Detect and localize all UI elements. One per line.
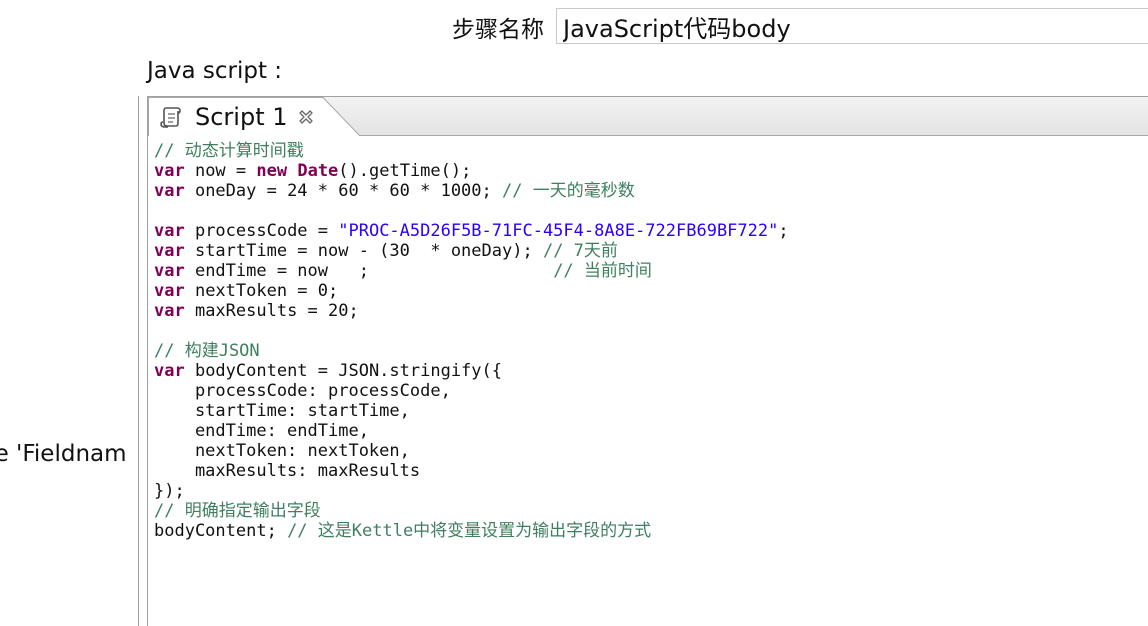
code-line[interactable]: var maxResults = 20; <box>154 301 789 321</box>
code-text: processCode = <box>184 221 339 241</box>
code-line[interactable] <box>154 201 789 221</box>
script-scroll-icon <box>160 105 182 129</box>
code-keyword: var <box>154 261 185 281</box>
code-comment: // 一天的毫秒数 <box>502 181 635 201</box>
code-comment: // 这是Kettle中将变量设置为输出字段的方式 <box>287 521 652 541</box>
code-text: ; <box>778 221 789 241</box>
code-line[interactable]: endTime: endTime, <box>154 421 789 441</box>
script-code-area[interactable]: // 动态计算时间戳 var now = new Date().getTime()… <box>154 141 789 541</box>
code-keyword: var <box>154 301 185 321</box>
code-keyword: var <box>154 221 185 241</box>
code-text: maxResults: maxResults <box>154 461 421 481</box>
script-tab-strip: Script 1 <box>148 97 1148 137</box>
code-line[interactable]: var startTime = now - (30 * oneDay); // … <box>154 241 789 261</box>
step-name-label: 步骤名称 <box>452 17 544 43</box>
code-line[interactable]: processCode: processCode, <box>154 381 789 401</box>
code-text: bodyContent = JSON.stringify({ <box>184 361 502 381</box>
code-line[interactable]: var endTime = now ; // 当前时间 <box>154 261 789 281</box>
code-line[interactable] <box>154 321 789 341</box>
fieldname-tree-item[interactable]: ue 'Fieldnam <box>0 441 127 467</box>
code-line[interactable]: bodyContent; // 这是Kettle中将变量设置为输出字段的方式 <box>154 521 789 541</box>
script-editor-panel: Script 1 // 动态计算时间戳 var now = new Date().… <box>147 96 1148 626</box>
dialog-root: 步骤名称 Java script : ue 'Fieldnam Script 1 <box>0 0 1148 626</box>
code-text: oneDay = 24 * 60 * 60 * 1000; <box>184 181 502 201</box>
code-text: nextToken: nextToken, <box>154 441 410 461</box>
code-comment: // 当前时间 <box>553 261 652 281</box>
functions-tree-panel[interactable]: ue 'Fieldnam <box>0 96 139 626</box>
code-line[interactable]: var oneDay = 24 * 60 * 60 * 1000; // 一天的… <box>154 181 789 201</box>
code-line[interactable]: var bodyContent = JSON.stringify({ <box>154 361 789 381</box>
code-line[interactable]: maxResults: maxResults <box>154 461 789 481</box>
code-line[interactable]: }); <box>154 481 789 501</box>
code-keyword: var <box>154 361 185 381</box>
code-keyword: Date <box>297 161 339 181</box>
code-line[interactable]: // 明确指定输出字段 <box>154 501 789 521</box>
code-keyword: var <box>154 181 185 201</box>
code-text: now = <box>184 161 257 181</box>
code-comment: // 明确指定输出字段 <box>154 501 321 521</box>
code-keyword: new <box>256 161 288 181</box>
code-line[interactable]: startTime: startTime, <box>154 401 789 421</box>
javascript-section-label: Java script : <box>147 58 283 84</box>
code-string: "PROC-A5D26F5B-71FC-45F4-8A8E-722FB69BF7… <box>338 221 779 241</box>
step-name-input[interactable] <box>556 8 1148 44</box>
code-keyword: var <box>154 281 185 301</box>
code-line[interactable]: // 构建JSON <box>154 341 789 361</box>
code-text: ().getTime(); <box>338 161 472 181</box>
code-text: endTime = now ; <box>184 261 554 281</box>
code-line[interactable]: var nextToken = 0; <box>154 281 789 301</box>
code-comment: // 7天前 <box>542 241 618 261</box>
close-x-icon[interactable] <box>296 107 316 127</box>
code-line[interactable]: var processCode = "PROC-A5D26F5B-71FC-45… <box>154 221 789 241</box>
code-keyword: var <box>154 161 185 181</box>
tab-title[interactable]: Script 1 <box>195 103 288 131</box>
code-text: startTime = now - (30 * oneDay); <box>184 241 543 261</box>
code-line[interactable]: // 动态计算时间戳 <box>154 141 789 161</box>
code-comment: // 构建JSON <box>154 341 260 361</box>
code-text: bodyContent; <box>154 521 288 541</box>
code-text: }); <box>154 481 185 501</box>
code-text: processCode: processCode, <box>154 381 451 401</box>
code-text: endTime: endTime, <box>154 421 369 441</box>
code-text: startTime: startTime, <box>154 401 410 421</box>
code-line[interactable]: var now = new Date().getTime(); <box>154 161 789 181</box>
code-comment: // 动态计算时间戳 <box>154 141 304 161</box>
code-line[interactable]: nextToken: nextToken, <box>154 441 789 461</box>
code-text: maxResults = 20; <box>184 301 359 321</box>
code-text: nextToken = 0; <box>184 281 339 301</box>
code-keyword: var <box>154 241 185 261</box>
